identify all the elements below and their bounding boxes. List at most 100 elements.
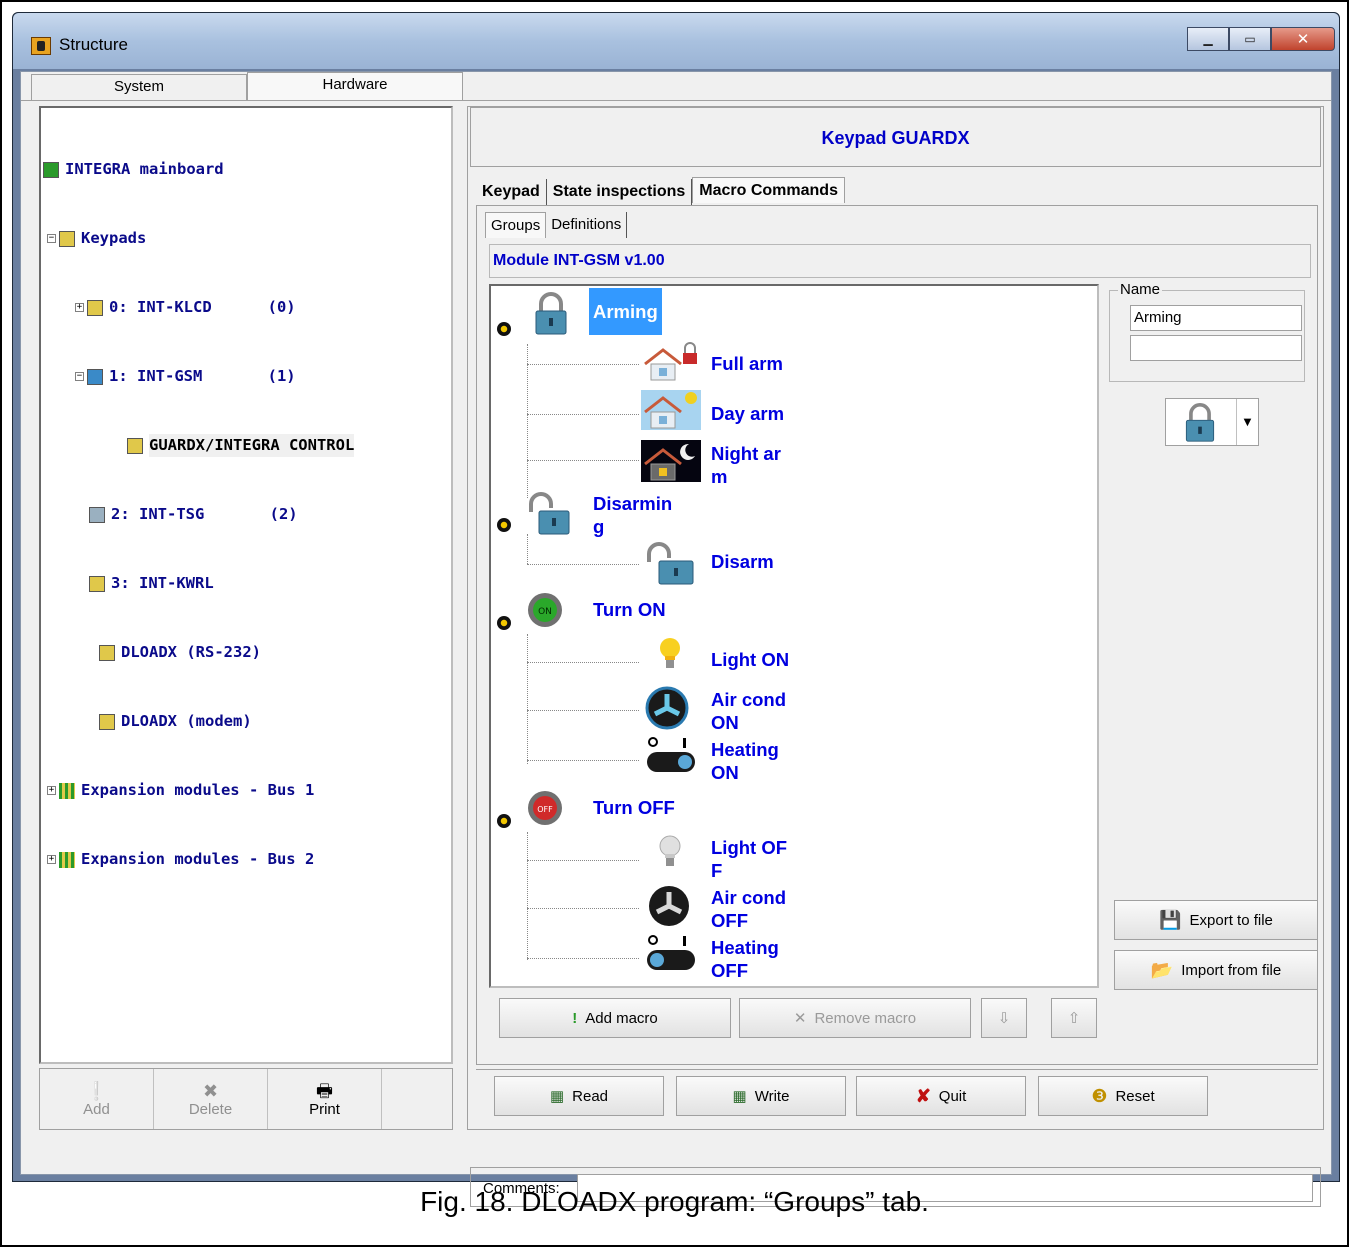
name-legend: Name bbox=[1118, 281, 1163, 298]
collapse-icon[interactable]: − bbox=[47, 234, 56, 243]
macro-label-full-arm[interactable]: Full arm bbox=[711, 352, 783, 375]
read-button[interactable]: ▦ Read bbox=[494, 1076, 664, 1116]
tree-connector bbox=[527, 414, 639, 415]
add-button[interactable]: ❕ Add bbox=[40, 1069, 154, 1129]
macro-label-night-arm[interactable]: Night ar m bbox=[711, 442, 781, 488]
quit-label: Quit bbox=[938, 1087, 967, 1105]
close-icon: ✘ bbox=[915, 1085, 931, 1106]
group-label-turn-on[interactable]: Turn ON bbox=[593, 598, 666, 621]
close-button[interactable]: ✕ bbox=[1271, 27, 1335, 51]
collapse-icon[interactable]: − bbox=[75, 372, 84, 381]
tree-item-dloadx-modem[interactable]: DLOADX (modem) bbox=[43, 710, 354, 733]
expand-icon[interactable]: + bbox=[47, 786, 56, 795]
group-label-turn-off[interactable]: Turn OFF bbox=[593, 796, 675, 819]
window-controls: ▁ ▭ ✕ bbox=[1187, 27, 1335, 51]
macro-label-air-cond-off[interactable]: Air cond OFF bbox=[711, 886, 786, 932]
group-label-arming[interactable]: Arming bbox=[589, 288, 662, 335]
macro-label-air-cond-on[interactable]: Air cond ON bbox=[711, 688, 786, 734]
tree-item-dloadx-rs232[interactable]: DLOADX (RS-232) bbox=[43, 641, 354, 664]
tree-connector bbox=[527, 564, 639, 565]
macro-label-heating-on[interactable]: Heating ON bbox=[711, 738, 779, 784]
tab-state-inspections[interactable]: State inspections bbox=[547, 179, 693, 205]
move-down-button[interactable]: ⇩ bbox=[981, 998, 1027, 1038]
name-groupbox: Name Arming bbox=[1109, 281, 1305, 382]
svg-text:OFF: OFF bbox=[537, 805, 553, 814]
exclamation-icon: ! bbox=[572, 1009, 578, 1027]
gsm-module-icon bbox=[87, 368, 103, 385]
tree-item-keypads[interactable]: − Keypads bbox=[43, 227, 354, 250]
group-bullet-icon bbox=[497, 322, 511, 336]
maximize-button[interactable]: ▭ bbox=[1229, 27, 1271, 51]
off-button-icon: OFF bbox=[528, 791, 562, 825]
expand-icon[interactable]: + bbox=[75, 303, 84, 312]
macro-commands-page: Groups Definitions Module INT-GSM v1.00 bbox=[476, 205, 1318, 1065]
export-to-file-button[interactable]: 💾 Export to file bbox=[1114, 900, 1318, 940]
remove-macro-label: Remove macro bbox=[814, 1009, 917, 1027]
write-button[interactable]: ▦ Write bbox=[676, 1076, 846, 1116]
add-macro-button[interactable]: ! Add macro bbox=[499, 998, 731, 1038]
tree-connector bbox=[527, 908, 639, 909]
exclamation-icon: ❕ bbox=[85, 1080, 108, 1101]
module-label: Module INT-GSM v1.00 bbox=[489, 244, 1311, 278]
tree-toolbar: ❕ Add ✖ Delete 🖶 Print bbox=[39, 1068, 453, 1130]
reset-button[interactable]: ❸ Reset bbox=[1038, 1076, 1208, 1116]
expansion-module-icon bbox=[59, 782, 75, 799]
tree-item-expansion-bus1[interactable]: + Expansion modules - Bus 1 bbox=[43, 779, 354, 802]
quit-button[interactable]: ✘ Quit bbox=[856, 1076, 1026, 1116]
tab-macro-commands[interactable]: Macro Commands bbox=[692, 177, 845, 203]
air-conditioner-off-icon bbox=[649, 886, 689, 926]
tree-connector bbox=[527, 364, 639, 365]
print-label: Print bbox=[309, 1100, 340, 1118]
expand-icon[interactable]: + bbox=[47, 855, 56, 864]
svg-text:ON: ON bbox=[538, 607, 552, 617]
macro-group-list[interactable]: Arming Full arm Day arm Night ar m Disar… bbox=[489, 284, 1099, 988]
name-field-2[interactable] bbox=[1130, 335, 1302, 361]
tree-content: INTEGRA mainboard − Keypads +0: INT-KLCD … bbox=[43, 112, 355, 917]
tab-definitions[interactable]: Definitions bbox=[546, 212, 628, 238]
read-label: Read bbox=[572, 1087, 609, 1105]
app-icon bbox=[31, 37, 51, 55]
delete-label: Delete bbox=[188, 1100, 233, 1118]
tree-item-int-klcd[interactable]: +0: INT-KLCD (0) bbox=[43, 296, 354, 319]
minimize-button[interactable]: ▁ bbox=[1187, 27, 1229, 51]
tree-item-int-gsm[interactable]: −1: INT-GSM (1) bbox=[43, 365, 354, 388]
name-field[interactable]: Arming bbox=[1130, 305, 1302, 331]
macro-label-heating-off[interactable]: Heating OFF bbox=[711, 936, 779, 982]
padlock-open-icon bbox=[529, 492, 570, 535]
tree-item-expansion-bus2[interactable]: + Expansion modules - Bus 2 bbox=[43, 848, 354, 871]
bottom-toolbar: ▦ Read ▦ Write ✘ Quit ❸ Reset bbox=[476, 1069, 1318, 1121]
group-label-disarming[interactable]: Disarmin g bbox=[593, 492, 672, 538]
light-bulb-off-icon bbox=[659, 835, 681, 866]
figure-frame: Structure ▁ ▭ ✕ System Hardware INTEGRA … bbox=[0, 0, 1349, 1247]
reset-icon: ❸ bbox=[1091, 1085, 1108, 1106]
chevron-down-icon[interactable]: ▼ bbox=[1236, 399, 1258, 445]
tree-connector bbox=[527, 662, 639, 663]
tree-item-guardx[interactable]: GUARDX/INTEGRA CONTROL bbox=[43, 434, 355, 457]
tree-connector bbox=[527, 460, 639, 461]
import-from-file-button[interactable]: 📂 Import from file bbox=[1114, 950, 1318, 990]
macro-label-day-arm[interactable]: Day arm bbox=[711, 402, 784, 425]
keypad-icon bbox=[87, 299, 103, 316]
remove-macro-button[interactable]: ✕ Remove macro bbox=[739, 998, 971, 1038]
tab-hardware[interactable]: Hardware bbox=[247, 72, 463, 100]
import-label: Import from file bbox=[1181, 961, 1282, 979]
delete-button[interactable]: ✖ Delete bbox=[154, 1069, 268, 1129]
figure-caption: Fig. 18. DLOADX program: “Groups” tab. bbox=[420, 1186, 929, 1217]
tab-keypad[interactable]: Keypad bbox=[476, 179, 547, 205]
tree-item-mainboard[interactable]: INTEGRA mainboard bbox=[43, 158, 354, 181]
group-icon-select[interactable]: ▼ bbox=[1165, 398, 1259, 446]
tree-connector bbox=[527, 634, 528, 764]
macro-label-light-off[interactable]: Light OF F bbox=[711, 836, 787, 882]
tree-item-int-tsg[interactable]: 2: INT-TSG (2) bbox=[43, 503, 354, 526]
tree-item-int-kwrl[interactable]: 3: INT-KWRL bbox=[43, 572, 354, 595]
macro-label-light-on[interactable]: Light ON bbox=[711, 648, 789, 671]
read-icon: ▦ bbox=[549, 1088, 565, 1105]
macro-label-disarm[interactable]: Disarm bbox=[711, 550, 774, 573]
hardware-tree[interactable]: INTEGRA mainboard − Keypads +0: INT-KLCD … bbox=[39, 106, 453, 1064]
print-button[interactable]: 🖶 Print bbox=[268, 1069, 382, 1129]
tab-system[interactable]: System bbox=[31, 74, 247, 100]
tab-groups[interactable]: Groups bbox=[485, 212, 547, 238]
title-bar: Structure ▁ ▭ ✕ bbox=[13, 13, 1339, 69]
move-up-button[interactable]: ⇧ bbox=[1051, 998, 1097, 1038]
padlock-open-icon bbox=[647, 542, 694, 585]
